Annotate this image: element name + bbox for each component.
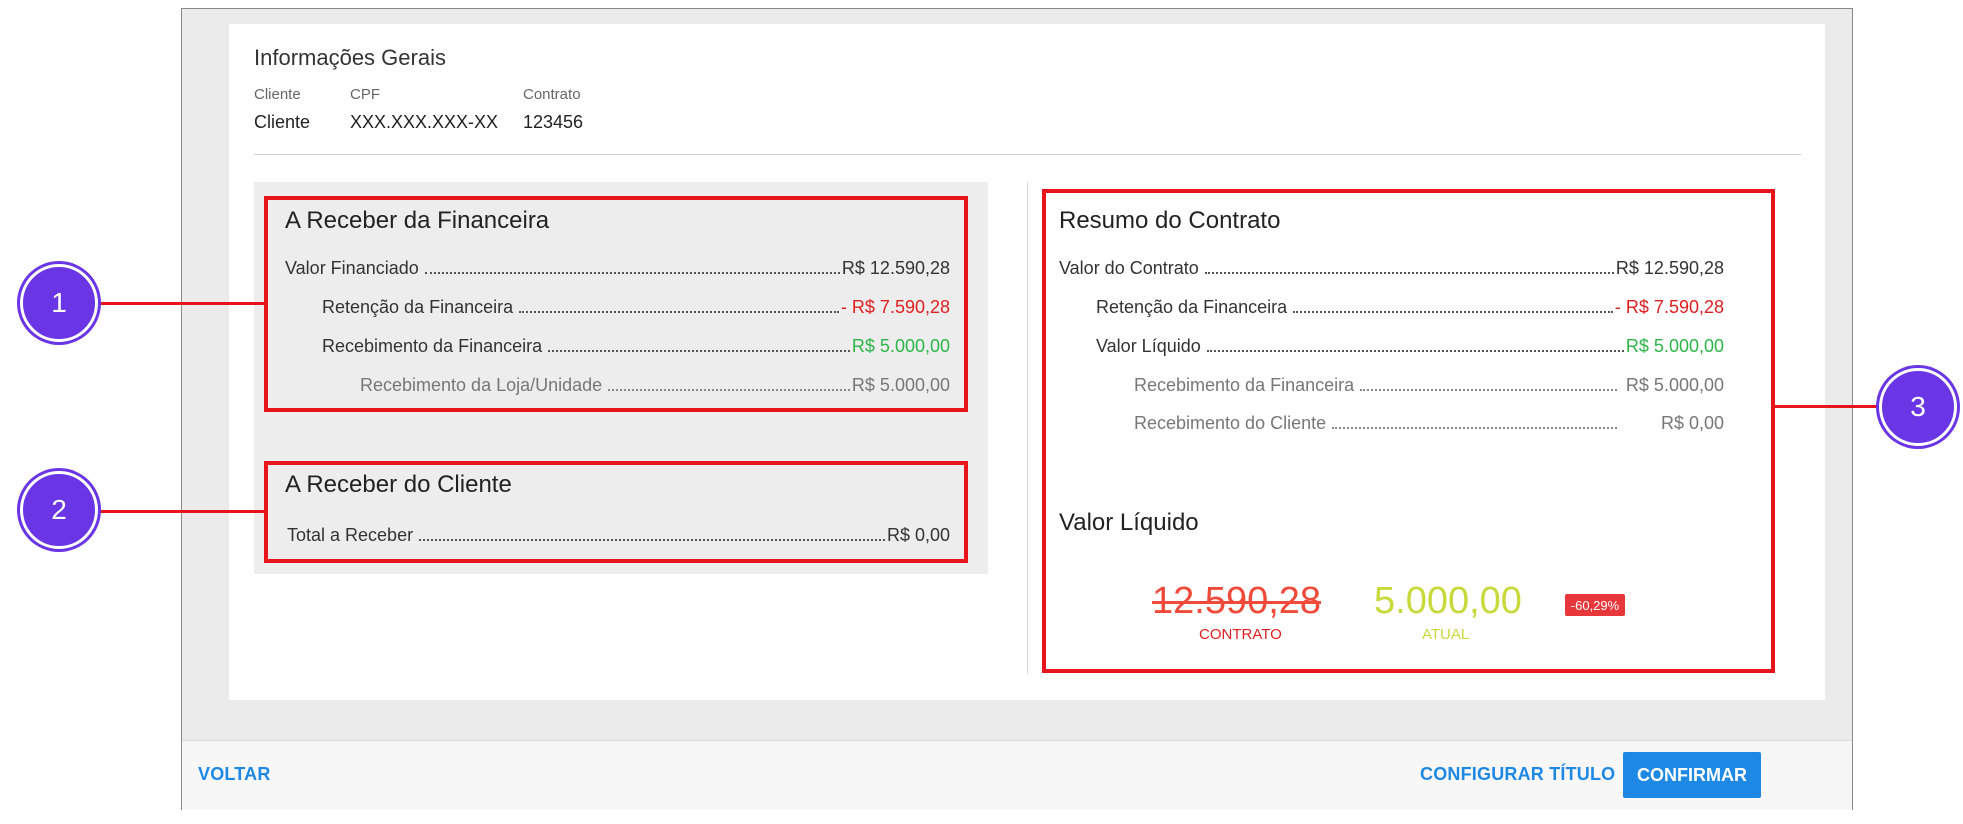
- contract-label: Contrato: [523, 86, 581, 103]
- callout-line-3: [1775, 405, 1881, 408]
- dot-leader: [519, 311, 839, 313]
- row-amount: R$ 5.000,00: [851, 336, 950, 356]
- dot-leader: [608, 389, 850, 391]
- client-label: Cliente: [254, 86, 301, 103]
- row-label: Valor do Contrato: [1059, 258, 1199, 278]
- callout-marker-2: 2: [20, 471, 98, 549]
- variation-badge: -60,29%: [1565, 594, 1625, 616]
- callout-line-2: [98, 510, 264, 513]
- row-label: Retenção da Financeira: [1096, 297, 1288, 317]
- dot-leader: [1206, 350, 1624, 352]
- financeira-row: Retenção da Financeira - R$ 7.590,28: [322, 297, 950, 318]
- current-tag: ATUAL: [1422, 626, 1470, 643]
- row-amount: - R$ 7.590,28: [840, 297, 950, 317]
- configure-title-button[interactable]: CONFIGURAR TÍTULO: [1420, 764, 1615, 785]
- row-label: Recebimento da Financeira: [322, 336, 543, 356]
- row-amount: R$ 5.000,00: [1625, 375, 1724, 395]
- financeira-row: Recebimento da Loja/Unidade R$ 5.000,00: [360, 375, 950, 396]
- row-label: Total a Receber: [287, 525, 414, 545]
- dot-leader: [419, 539, 885, 541]
- current-value: 5.000,00: [1374, 580, 1522, 622]
- contract-value-strike: 12.590,28: [1152, 580, 1322, 622]
- resumo-row: Valor Líquido R$ 5.000,00: [1096, 336, 1724, 357]
- row-amount: R$ 12.590,28: [841, 258, 950, 278]
- resumo-title: Resumo do Contrato: [1059, 207, 1281, 234]
- financeira-row: Valor Financiado R$ 12.590,28: [285, 258, 950, 279]
- vertical-divider: [1027, 182, 1028, 674]
- financeira-title: A Receber da Financeira: [285, 207, 550, 234]
- section-divider: [254, 154, 1801, 155]
- row-label: Recebimento da Financeira: [1134, 375, 1355, 395]
- valor-liquido-title: Valor Líquido: [1059, 509, 1199, 536]
- row-amount: R$ 5.000,00: [851, 375, 950, 395]
- resumo-row: Retenção da Financeira - R$ 7.590,28: [1096, 297, 1724, 318]
- cliente-title: A Receber do Cliente: [285, 471, 512, 498]
- callout-marker-3: 3: [1879, 368, 1957, 446]
- dot-leader: [1332, 427, 1617, 429]
- row-label: Recebimento do Cliente: [1134, 413, 1327, 433]
- resumo-row: Valor do Contrato R$ 12.590,28: [1059, 258, 1724, 279]
- row-amount: - R$ 7.590,28: [1614, 297, 1724, 317]
- cpf-label: CPF: [350, 86, 380, 103]
- callout-line-1: [98, 302, 264, 305]
- dot-leader: [548, 350, 850, 352]
- row-label: Retenção da Financeira: [322, 297, 514, 317]
- dot-leader: [1204, 272, 1614, 274]
- row-amount: R$ 0,00: [886, 525, 950, 545]
- row-amount: R$ 5.000,00: [1625, 336, 1724, 356]
- row-label: Valor Líquido: [1096, 336, 1201, 356]
- back-button[interactable]: VOLTAR: [198, 764, 271, 785]
- general-info-title: Informações Gerais: [254, 45, 446, 70]
- dot-leader: [1360, 389, 1617, 391]
- resumo-row: Recebimento do Cliente R$ 0,00: [1134, 413, 1724, 434]
- financeira-row: Recebimento da Financeira R$ 5.000,00: [322, 336, 950, 357]
- row-label: Recebimento da Loja/Unidade: [360, 375, 603, 395]
- row-amount: R$ 0,00: [1660, 413, 1724, 433]
- dot-leader: [1293, 311, 1613, 313]
- cliente-row: Total a Receber R$ 0,00: [287, 525, 950, 546]
- resumo-row: Recebimento da Financeira R$ 5.000,00: [1134, 375, 1724, 396]
- contract-tag: CONTRATO: [1199, 626, 1282, 643]
- dot-leader: [424, 272, 840, 274]
- client-value: Cliente: [254, 112, 311, 132]
- contract-value: 123456: [523, 112, 584, 132]
- row-amount: R$ 12.590,28: [1615, 258, 1724, 278]
- callout-marker-1: 1: [20, 264, 98, 342]
- cpf-value: XXX.XXX.XXX-XX: [350, 112, 499, 132]
- confirm-button[interactable]: CONFIRMAR: [1623, 752, 1761, 798]
- row-label: Valor Financiado: [285, 258, 419, 278]
